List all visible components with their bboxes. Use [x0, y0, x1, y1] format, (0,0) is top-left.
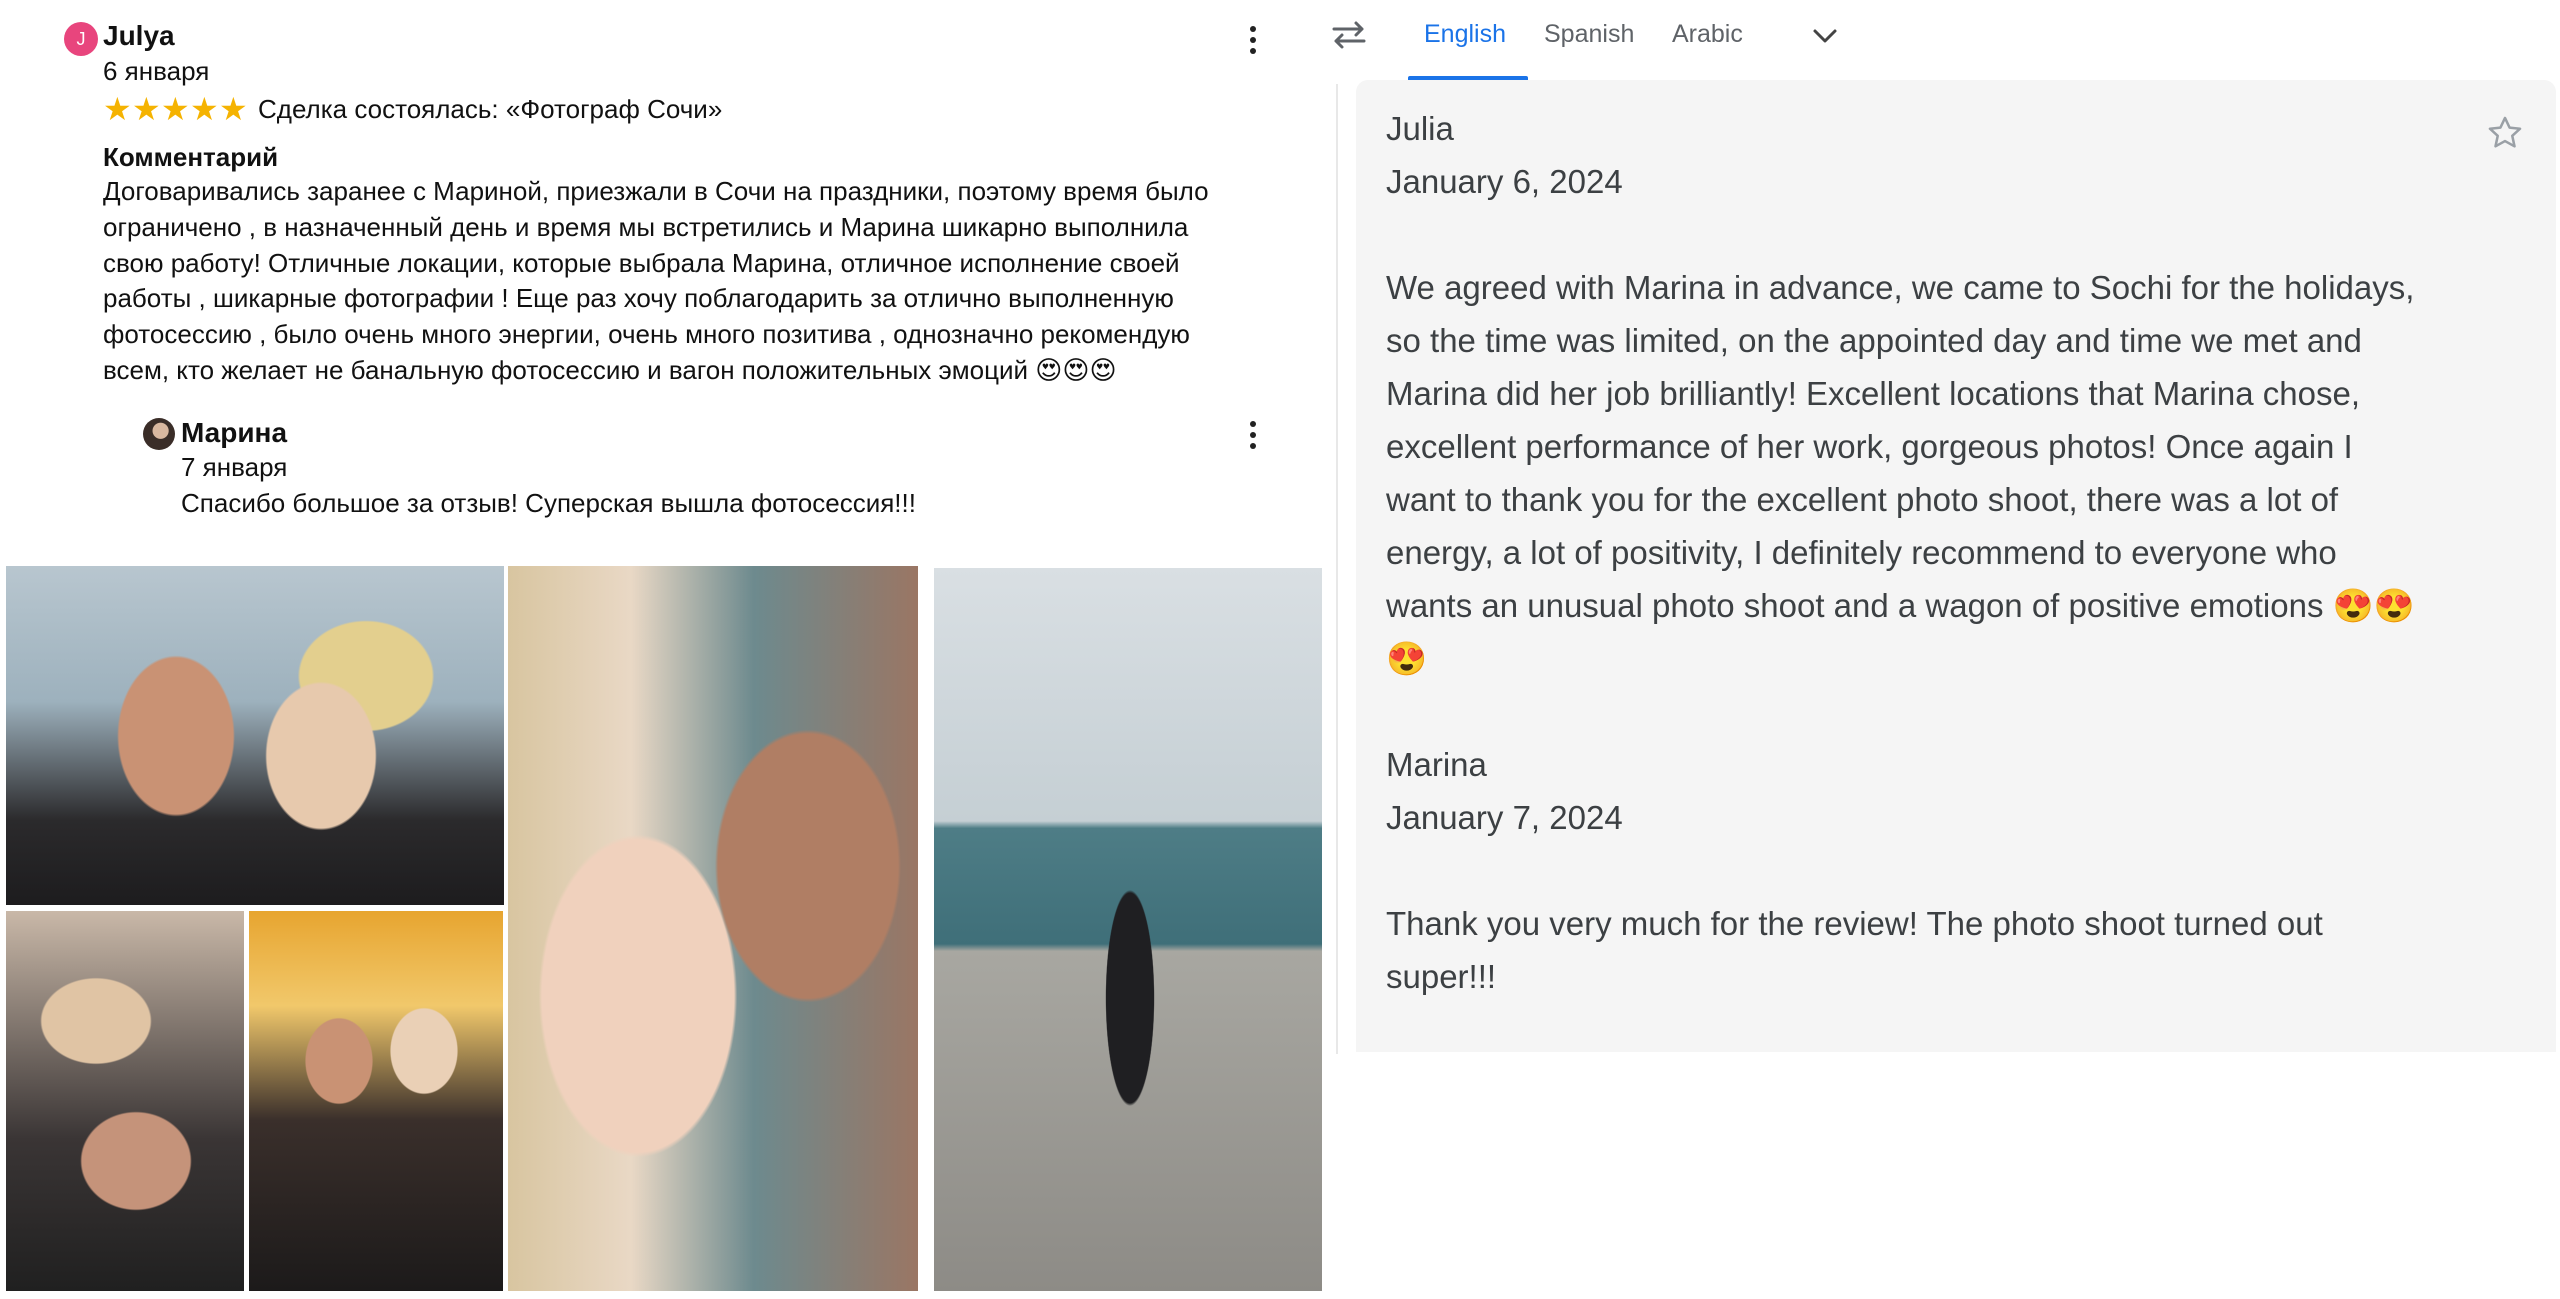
- swap-languages-icon[interactable]: [1330, 18, 1368, 52]
- translated-line: wants an unusual photo shoot and a wagon…: [1386, 587, 2415, 624]
- translated-text: Julia January 6, 2024 We agreed with Mar…: [1386, 102, 2456, 1003]
- author-avatar[interactable]: J: [64, 22, 98, 56]
- translated-reply-line: Thank you very much for the review! The …: [1386, 905, 2323, 942]
- star-icon: ★: [190, 91, 219, 127]
- review-author-name[interactable]: Julya: [103, 20, 175, 52]
- panel-divider: [1336, 84, 1338, 1054]
- tab-english[interactable]: English: [1424, 20, 1506, 49]
- reply-date: 7 января: [181, 452, 288, 482]
- translated-line: excellent performance of her work, gorge…: [1386, 428, 2353, 465]
- review-more-options-icon[interactable]: [1243, 20, 1263, 60]
- star-icon: ★: [219, 91, 248, 127]
- translated-line: energy, a lot of positivity, I definitel…: [1386, 534, 2337, 571]
- translated-reply-author: Marina: [1386, 746, 1487, 783]
- star-icon: ★: [161, 91, 190, 127]
- comment-line: Договаривались заранее с Мариной, приезж…: [103, 176, 1209, 206]
- comment-line: всем, кто желает не банальную фотосессию…: [103, 354, 1117, 385]
- reply-text: Спасибо большое за отзыв! Суперская вышл…: [181, 488, 916, 518]
- review-date: 6 января: [103, 56, 210, 86]
- translated-line: so the time was limited, on the appointe…: [1386, 322, 2362, 359]
- translated-author: Julia: [1386, 110, 1454, 147]
- translated-line: 😍: [1386, 640, 1428, 677]
- chevron-down-icon[interactable]: [1810, 24, 1840, 48]
- tab-arabic[interactable]: Arabic: [1672, 20, 1743, 49]
- translated-date: January 6, 2024: [1386, 163, 1623, 200]
- translated-reply-date: January 7, 2024: [1386, 799, 1623, 836]
- reply-author-name[interactable]: Марина: [181, 417, 287, 449]
- comment-line: ограничено , в назначенный день и время …: [103, 211, 1189, 242]
- review-photo-couple-kiss-carousel[interactable]: [249, 911, 503, 1291]
- translated-line: Marina did her job brilliantly! Excellen…: [1386, 375, 2360, 412]
- tab-spanish[interactable]: Spanish: [1544, 20, 1634, 49]
- review-photo-couple-close-kiss[interactable]: [508, 566, 918, 1291]
- star-icon: ★: [103, 91, 132, 127]
- comment-heading: Комментарий: [103, 142, 279, 172]
- comment-line: фотосессию , было очень много энергии, о…: [103, 319, 1190, 350]
- star-icon: ★: [132, 91, 161, 127]
- translated-reply-line: super!!!: [1386, 958, 1497, 995]
- comment-line: работы , шикарные фотографии ! Еще раз х…: [103, 283, 1174, 314]
- reply-more-options-icon[interactable]: [1243, 415, 1263, 455]
- comment-body: Договаривались заранее с Мариной, приезж…: [103, 174, 1253, 389]
- review-photo-couple-on-pier[interactable]: [934, 568, 1322, 1291]
- rating-row: ★ ★ ★ ★ ★ Сделка состоялась: «Фотограф С…: [103, 92, 722, 126]
- translated-line: want to thank you for the excellent phot…: [1386, 481, 2339, 518]
- star-outline-icon[interactable]: [2486, 114, 2524, 152]
- review-panel: J Julya 6 января ★ ★ ★ ★ ★ Сделка состоя…: [0, 0, 1330, 1299]
- deal-status: Сделка состоялась: «Фотограф Сочи»: [258, 93, 723, 124]
- review-photo-couple-forehead-touch[interactable]: [6, 566, 504, 905]
- comment-line: свою работу! Отличные локации, которые в…: [103, 247, 1180, 278]
- reply-avatar[interactable]: [143, 418, 175, 450]
- translated-line: We agreed with Marina in advance, we cam…: [1386, 269, 2415, 306]
- review-photo-couple-kiss-leather-jacket[interactable]: [6, 911, 244, 1291]
